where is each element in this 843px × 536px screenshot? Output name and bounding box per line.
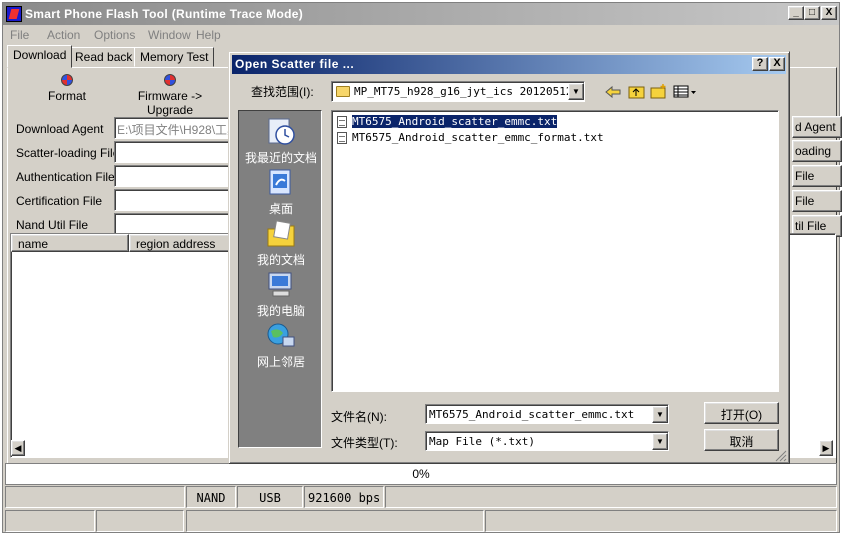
scroll-left-button[interactable]: ◀ <box>11 440 25 456</box>
status-cell-c <box>186 510 484 532</box>
place-label-recent: 我最近的文档 <box>244 151 317 165</box>
look-in-combo[interactable]: MP_MT75_h928_g16_jyt_ics 20120512-15 <box>331 81 585 102</box>
download-agent-label: Download Agent <box>16 122 104 136</box>
dialog-help-button[interactable]: ? <box>752 57 768 71</box>
look-in-dropdown-button[interactable]: ▼ <box>568 83 584 100</box>
look-in-label: 查找范围(I): <box>251 85 314 99</box>
place-my-documents[interactable]: 我的文档 <box>239 219 323 268</box>
scroll-right-button[interactable]: ▶ <box>819 440 833 456</box>
authentication-file-button[interactable]: File <box>792 165 842 187</box>
tab-read-back[interactable]: Read back <box>69 47 139 67</box>
upgrade-icon <box>164 74 176 86</box>
dialog-close-button[interactable]: X <box>769 57 785 71</box>
status-cell-b <box>96 510 184 532</box>
status-usb: USB <box>237 486 303 508</box>
cancel-button[interactable]: 取消 <box>704 429 779 451</box>
up-folder-icon[interactable] <box>628 84 645 99</box>
place-desktop[interactable]: 桌面 <box>239 168 323 217</box>
progress-bar: 0% <box>5 463 837 485</box>
format-button[interactable]: Format <box>42 74 92 103</box>
filename-dropdown-button[interactable]: ▼ <box>652 406 668 423</box>
my-documents-icon <box>267 220 295 247</box>
scatter-loading-button[interactable]: oading <box>792 140 842 162</box>
place-recent-documents[interactable]: 我最近的文档 <box>239 117 323 166</box>
status-cell-empty <box>5 486 185 508</box>
column-header-region-address[interactable]: region address <box>129 234 233 252</box>
place-network[interactable]: 网上邻居 <box>239 321 323 370</box>
open-scatter-file-dialog: Open Scatter file ... ? X 查找范围(I): MP_MT… <box>228 51 790 464</box>
menu-help[interactable]: Help <box>196 28 221 42</box>
scatter-loading-field[interactable] <box>114 141 240 163</box>
resize-grip-icon[interactable] <box>775 450 787 462</box>
tab-memory-test[interactable]: Memory Test <box>134 47 215 67</box>
menu-bar: File Action Options Window Help <box>3 25 839 45</box>
certification-file-button[interactable]: File <box>792 190 842 212</box>
minimize-button[interactable]: _ <box>788 6 804 20</box>
window-title: Smart Phone Flash Tool (Runtime Trace Mo… <box>25 7 304 21</box>
app-logo-icon <box>6 6 22 22</box>
text-file-icon <box>337 116 347 128</box>
desktop-icon <box>269 169 291 195</box>
format-label: Format <box>47 89 86 103</box>
places-bar: 我最近的文档 桌面 我的文档 我的电脑 网上邻居 <box>238 110 322 448</box>
tab-download[interactable]: Download <box>7 45 73 68</box>
menu-window[interactable]: Window <box>148 28 191 42</box>
recent-documents-icon <box>268 118 295 145</box>
folder-icon <box>336 86 350 97</box>
filename-input[interactable]: MT6575_Android_scatter_emmc.txt <box>425 404 669 424</box>
status-baud-rate: 921600 bps <box>304 486 384 508</box>
place-my-computer[interactable]: 我的电脑 <box>239 270 323 319</box>
status-cell-a <box>5 510 95 532</box>
authentication-file-field[interactable] <box>114 165 240 187</box>
view-menu-icon[interactable] <box>673 85 697 99</box>
filename-label: 文件名(N): <box>331 410 387 424</box>
scatter-loading-label: Scatter-loading File <box>16 146 120 160</box>
place-label-my-computer: 我的电脑 <box>256 304 305 318</box>
dialog-title: Open Scatter file ... <box>235 57 355 71</box>
nand-util-file-label: Nand Util File <box>16 218 89 232</box>
text-file-icon <box>337 132 347 144</box>
menu-action[interactable]: Action <box>47 28 80 42</box>
firmware-upgrade-button[interactable]: Firmware -> Upgrade <box>118 74 222 117</box>
filetype-dropdown-button[interactable]: ▼ <box>652 433 668 450</box>
certification-file-field[interactable] <box>114 189 240 211</box>
column-header-name[interactable]: name <box>11 234 129 252</box>
open-button[interactable]: 打开(O) <box>704 402 779 424</box>
my-computer-icon <box>268 272 292 297</box>
certification-file-label: Certification File <box>16 194 103 208</box>
file-item[interactable]: MT6575_Android_scatter_emmc.txt <box>336 114 559 130</box>
title-bar[interactable]: Smart Phone Flash Tool (Runtime Trace Mo… <box>3 3 839 25</box>
firmware-upgrade-label: Firmware -> Upgrade <box>137 89 203 117</box>
dialog-title-bar[interactable]: Open Scatter file ... ? X <box>232 55 786 74</box>
maximize-button[interactable]: □ <box>804 6 820 20</box>
download-agent-field[interactable]: E:\项目文件\H928\工具 <box>114 117 240 139</box>
status-cell-spare <box>385 486 837 508</box>
file-list[interactable]: MT6575_Android_scatter_emmc.txt MT6575_A… <box>331 110 779 392</box>
place-label-network: 网上邻居 <box>256 355 305 369</box>
format-icon <box>61 74 73 86</box>
download-agent-button[interactable]: d Agent <box>792 116 842 138</box>
close-button[interactable]: X <box>821 6 837 20</box>
status-nand: NAND <box>186 486 236 508</box>
place-label-my-documents: 我的文档 <box>256 253 305 267</box>
authentication-file-label: Authentication File <box>16 170 115 184</box>
file-item[interactable]: MT6575_Android_scatter_emmc_format.txt <box>336 131 604 146</box>
new-folder-icon[interactable] <box>650 83 668 99</box>
status-cell-d <box>485 510 837 532</box>
nand-util-file-field[interactable] <box>114 213 240 235</box>
filetype-label: 文件类型(T): <box>331 436 398 450</box>
menu-file[interactable]: File <box>10 28 29 42</box>
look-in-value: MP_MT75_h928_g16_jyt_ics 20120512-15 <box>354 85 585 98</box>
filetype-select[interactable]: Map File (*.txt) <box>425 431 669 451</box>
network-places-icon <box>267 323 295 347</box>
place-label-desktop: 桌面 <box>268 202 293 216</box>
menu-options[interactable]: Options <box>94 28 135 42</box>
back-arrow-icon[interactable] <box>605 85 621 99</box>
